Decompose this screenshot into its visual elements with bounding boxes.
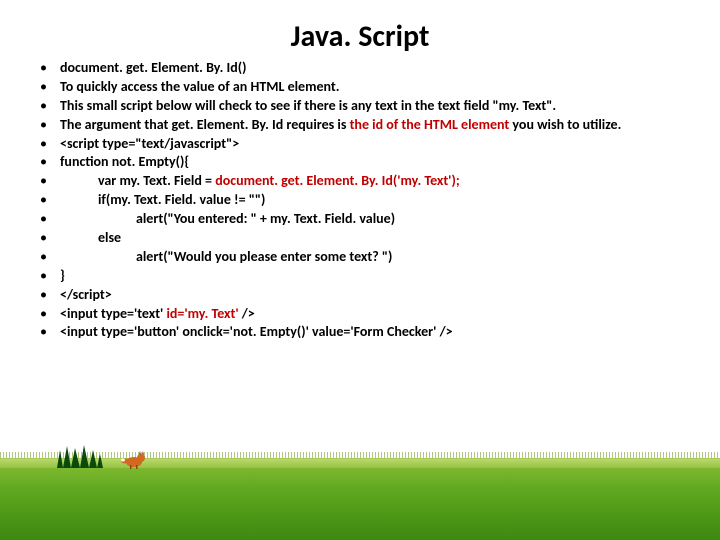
bullet-marker: • bbox=[40, 116, 60, 135]
bullet-marker: • bbox=[40, 267, 60, 286]
bullet-text: alert("Would you please enter some text?… bbox=[60, 248, 700, 267]
bullet-text: var my. Text. Field = document. get. Ele… bbox=[60, 172, 700, 191]
bullet-text: document. get. Element. By. Id() bbox=[60, 59, 700, 78]
bullet-text: </script> bbox=[60, 286, 700, 305]
bullet-text: <input type='text' id='my. Text' /> bbox=[60, 305, 700, 324]
bullet-marker: • bbox=[40, 286, 60, 305]
bullet-marker: • bbox=[40, 135, 60, 154]
bullet-marker: • bbox=[40, 153, 60, 172]
bullet-item: • var my. Text. Field = document. get. E… bbox=[40, 172, 700, 191]
bullet-text: To quickly access the value of an HTML e… bbox=[60, 78, 700, 97]
bullet-text: } bbox=[60, 267, 700, 286]
bullet-item: •<input type='button' onclick='not. Empt… bbox=[40, 323, 700, 342]
bullet-marker: • bbox=[40, 97, 60, 116]
bullet-item: •The argument that get. Element. By. Id … bbox=[40, 116, 700, 135]
bullet-item: • alert("Would you please enter some tex… bbox=[40, 248, 700, 267]
bullet-marker: • bbox=[40, 191, 60, 210]
bullet-item: • else bbox=[40, 229, 700, 248]
bullet-text: The argument that get. Element. By. Id r… bbox=[60, 116, 700, 135]
bullet-marker: • bbox=[40, 78, 60, 97]
bullet-text: else bbox=[60, 229, 700, 248]
bullet-text: function not. Empty(){ bbox=[60, 153, 700, 172]
bullet-item: •<input type='text' id='my. Text' /> bbox=[40, 305, 700, 324]
bullet-list: •document. get. Element. By. Id()•To qui… bbox=[0, 59, 720, 342]
bullet-item: •} bbox=[40, 267, 700, 286]
bullet-item: •To quickly access the value of an HTML … bbox=[40, 78, 700, 97]
bullet-item: •function not. Empty(){ bbox=[40, 153, 700, 172]
bullet-item: •This small script below will check to s… bbox=[40, 97, 700, 116]
bullet-marker: • bbox=[40, 248, 60, 267]
bullet-marker: • bbox=[40, 172, 60, 191]
bullet-text: <script type="text/javascript"> bbox=[60, 135, 700, 154]
bullet-marker: • bbox=[40, 323, 60, 342]
bullet-text: <input type='button' onclick='not. Empty… bbox=[60, 323, 700, 342]
trees-icon bbox=[55, 440, 105, 470]
bullet-marker: • bbox=[40, 59, 60, 78]
bullet-item: • if(my. Text. Field. value != "") bbox=[40, 191, 700, 210]
bullet-marker: • bbox=[40, 229, 60, 248]
slide-title: Java. Script bbox=[0, 0, 720, 59]
bullet-text: if(my. Text. Field. value != "") bbox=[60, 191, 700, 210]
bullet-marker: • bbox=[40, 305, 60, 324]
bullet-item: •</script> bbox=[40, 286, 700, 305]
bullet-item: •document. get. Element. By. Id() bbox=[40, 59, 700, 78]
bullet-text: alert("You entered: " + my. Text. Field.… bbox=[60, 210, 700, 229]
fox-icon bbox=[120, 448, 148, 470]
bullet-item: • alert("You entered: " + my. Text. Fiel… bbox=[40, 210, 700, 229]
bullet-item: •<script type="text/javascript"> bbox=[40, 135, 700, 154]
grass-decoration bbox=[0, 445, 720, 540]
bullet-text: This small script below will check to se… bbox=[60, 97, 700, 116]
bullet-marker: • bbox=[40, 210, 60, 229]
